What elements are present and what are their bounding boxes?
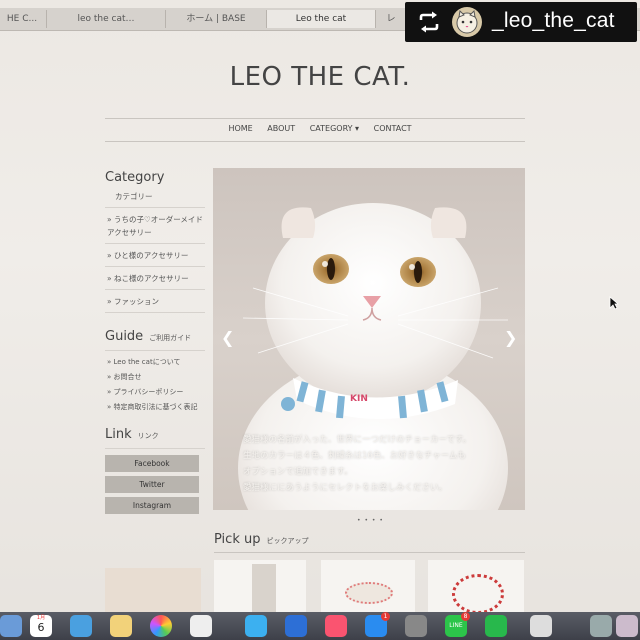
hero-caption-line: 愛猫様ににあうようにセレクトをお楽しみください。 bbox=[243, 483, 448, 493]
finder-icon[interactable] bbox=[0, 615, 22, 637]
main-nav: HOME ABOUT CATEGORY ▾ CONTACT bbox=[0, 124, 640, 133]
calendar-day: 6 bbox=[37, 621, 45, 634]
twitter-link-button[interactable]: Twitter bbox=[105, 476, 199, 493]
facebook-link-button[interactable]: Facebook bbox=[105, 455, 199, 472]
pickup-item-card[interactable] bbox=[428, 560, 524, 616]
hero-slideshow[interactable]: KIN 愛猫様の名前が入った、世界に一つだけのチョーカーです。 生地のカラーは４… bbox=[213, 168, 525, 510]
nav-category[interactable]: CATEGORY ▾ bbox=[310, 124, 359, 133]
guide-divider bbox=[105, 350, 205, 351]
guide-item[interactable]: » プライバシーポリシー bbox=[105, 385, 205, 400]
numbers-icon[interactable] bbox=[245, 615, 267, 637]
pickup-item-image bbox=[452, 574, 504, 614]
slideshow-dots[interactable]: • • • • bbox=[357, 517, 384, 524]
hero-caption-line: 生地のカラーは４色、刺繍糸は16色、お好きなチャームも bbox=[243, 451, 466, 461]
line-app-icon[interactable]: LINE 8 bbox=[445, 612, 470, 637]
tab-1[interactable]: HE C... bbox=[0, 10, 47, 28]
profile-avatar bbox=[452, 7, 482, 37]
category-item[interactable]: » ねこ様のアクセサリー bbox=[105, 267, 205, 290]
downloads-stack-icon[interactable] bbox=[590, 615, 612, 637]
sidebar-banner-image[interactable] bbox=[105, 568, 201, 614]
cat-face-icon bbox=[456, 9, 478, 34]
notification-badge: 8 bbox=[461, 612, 470, 621]
system-preferences-icon[interactable] bbox=[405, 615, 427, 637]
repost-badge: _leo_the_cat bbox=[405, 2, 637, 42]
guide-item[interactable]: » 特定商取引法に基づく表記 bbox=[105, 400, 205, 415]
nav-contact[interactable]: CONTACT bbox=[374, 124, 412, 133]
itunes-icon[interactable] bbox=[325, 615, 347, 637]
line-app-label: LINE bbox=[449, 622, 463, 629]
nav-home[interactable]: HOME bbox=[228, 124, 252, 133]
category-item[interactable]: » うちの子♡オーダーメイドアクセサリー bbox=[105, 208, 205, 244]
site-title[interactable]: LEO THE CAT. bbox=[0, 62, 640, 92]
monitor-screen: HE C... leo the cat… ホーム | BASE Leo the … bbox=[0, 0, 640, 640]
pickup-heading: Pick up ピックアップ bbox=[214, 532, 309, 547]
link-divider bbox=[105, 448, 205, 449]
guide-heading: Guide ご利用ガイド bbox=[105, 329, 192, 344]
link-heading: Link リンク bbox=[105, 427, 159, 442]
instagram-link-button[interactable]: Instagram bbox=[105, 497, 199, 514]
tab-3[interactable]: ホーム | BASE bbox=[166, 10, 267, 28]
slideshow-next-arrow[interactable]: ❯ bbox=[504, 328, 517, 347]
mouse-cursor-icon bbox=[609, 296, 619, 310]
calendar-icon[interactable]: 1月 6 bbox=[30, 615, 52, 637]
pickup-divider bbox=[214, 552, 525, 553]
tab-4-active[interactable]: Leo the cat bbox=[267, 10, 376, 28]
hero-caption-line: オプションで追加できます。 bbox=[243, 467, 353, 477]
trash-icon[interactable] bbox=[616, 615, 638, 637]
mac-dock: 1月 6 1 LINE 8 bbox=[0, 612, 640, 640]
tab-2[interactable]: leo the cat… bbox=[47, 10, 166, 28]
collar-name-embroidery: KIN bbox=[350, 394, 368, 404]
notification-badge: 1 bbox=[381, 612, 390, 621]
category-item[interactable]: » ひと様のアクセサリー bbox=[105, 244, 205, 267]
mail-icon[interactable] bbox=[70, 615, 92, 637]
facetime-icon[interactable] bbox=[485, 615, 507, 637]
category-heading: Category bbox=[105, 170, 165, 185]
tab-5[interactable]: レ bbox=[376, 10, 407, 28]
notes-icon[interactable] bbox=[110, 615, 132, 637]
instagram-handle: _leo_the_cat bbox=[492, 9, 615, 32]
nav-about[interactable]: ABOUT bbox=[267, 124, 295, 133]
app-icon[interactable] bbox=[190, 615, 212, 637]
header-divider-bottom bbox=[105, 141, 525, 142]
guide-item[interactable]: » お問合せ bbox=[105, 370, 205, 385]
guide-item[interactable]: » Leo the catについて bbox=[105, 355, 205, 370]
category-subheading: カテゴリー bbox=[115, 192, 153, 201]
sidebar: Category カテゴリー » うちの子♡オーダーメイドアクセサリー » ひと… bbox=[105, 170, 205, 518]
hero-caption-line: 愛猫様の名前が入った、世界に一つだけのチョーカーです。 bbox=[243, 435, 472, 445]
pickup-item-image bbox=[252, 564, 276, 614]
slideshow-prev-arrow[interactable]: ❮ bbox=[221, 328, 234, 347]
pickup-item-card[interactable] bbox=[321, 560, 415, 616]
keynote-icon[interactable] bbox=[285, 615, 307, 637]
app-store-icon[interactable]: 1 bbox=[365, 612, 390, 637]
repost-icon bbox=[419, 11, 439, 33]
hero-caption: 愛猫様の名前が入った、世界に一つだけのチョーカーです。 生地のカラーは４色、刺繍… bbox=[243, 432, 471, 496]
preview-icon[interactable] bbox=[530, 615, 552, 637]
pickup-item-image bbox=[345, 582, 393, 604]
pickup-item-card[interactable] bbox=[214, 560, 306, 616]
header-divider-top bbox=[105, 118, 525, 119]
category-item[interactable]: » ファッション bbox=[105, 290, 205, 313]
photos-icon[interactable] bbox=[150, 615, 172, 637]
